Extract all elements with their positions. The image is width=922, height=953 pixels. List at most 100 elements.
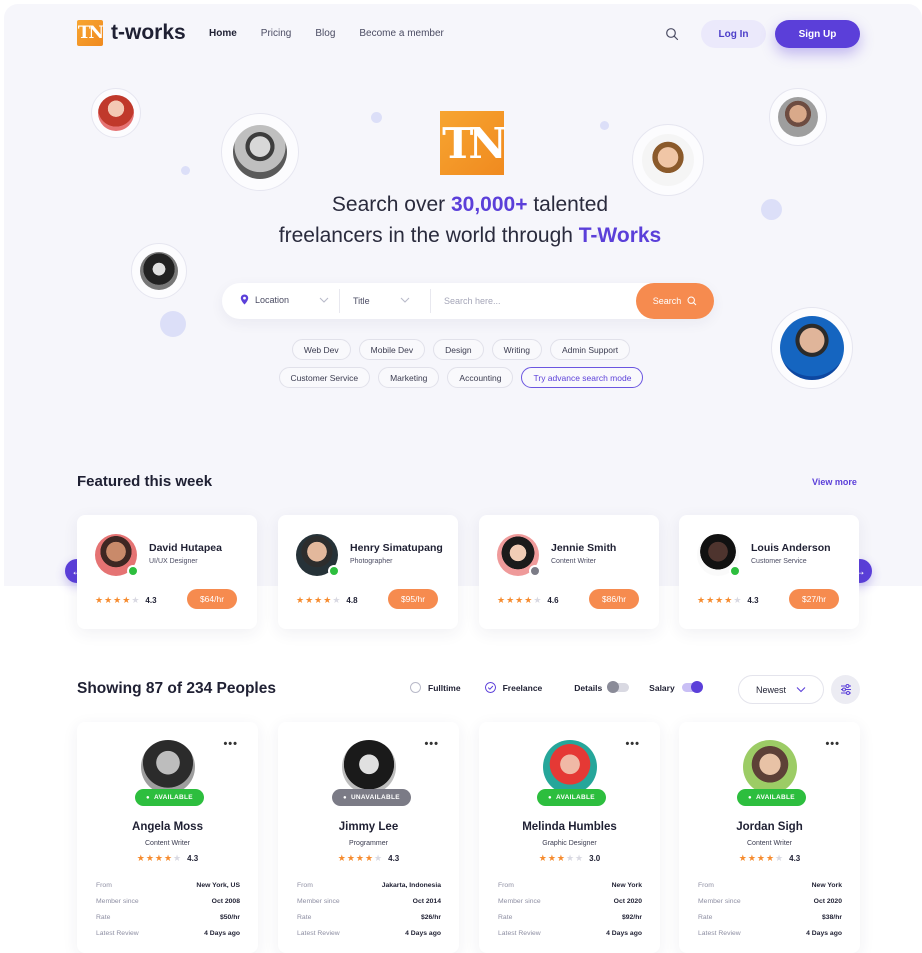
fulltime-radio[interactable] <box>410 682 421 693</box>
featured-card[interactable]: Henry Simatupang Photographer ★ ★ ★ ★ ★ 4.8 … <box>278 515 458 629</box>
chevron-down-icon[interactable] <box>400 296 410 304</box>
results-count-title: Showing 87 of 234 Peoples <box>77 680 276 697</box>
person-role: Content Writer <box>145 840 190 847</box>
featured-card[interactable]: Jennie Smith Content Writer ★ ★ ★ ★ ★ 4.6 $8… <box>479 515 659 629</box>
logo[interactable]: TN t-works <box>77 20 186 46</box>
hourly-rate-badge[interactable]: $86/hr <box>589 589 639 609</box>
category-tag[interactable]: Web Dev <box>291 339 351 360</box>
info-label: Member since <box>498 897 541 905</box>
availability-badge: ● AVAILABLE <box>135 789 204 806</box>
more-options-icon[interactable]: ••• <box>424 738 439 750</box>
hourly-rate-badge[interactable]: $64/hr <box>187 589 237 609</box>
info-row: From Jakarta, Indonesia <box>297 877 441 893</box>
star-icon: ★ <box>314 595 323 605</box>
star-rating: ★ ★ ★ ★ ★ <box>338 853 382 864</box>
nav-become-member[interactable]: Become a member <box>359 28 443 39</box>
star-rating: ★ ★ ★ ★ ★ <box>539 853 583 864</box>
chevron-down-icon[interactable] <box>319 296 329 304</box>
star-icon: ★ <box>506 595 515 605</box>
rating: ★ ★ ★ ★ ★ 4.3 <box>679 853 860 864</box>
nav-pricing[interactable]: Pricing <box>261 28 292 39</box>
category-tag[interactable]: Marketing <box>378 367 440 388</box>
category-tag[interactable]: Design <box>433 339 484 360</box>
featured-card[interactable]: David Hutapea UI/UX Designer ★ ★ ★ ★ ★ 4.3 $… <box>77 515 257 629</box>
sort-select[interactable]: Newest <box>738 675 824 704</box>
info-label: Rate <box>498 913 513 921</box>
login-button[interactable]: Log In <box>701 20 766 48</box>
info-value: Oct 2020 <box>613 897 642 905</box>
signup-button[interactable]: Sign Up <box>775 20 860 48</box>
more-options-icon[interactable]: ••• <box>625 738 640 750</box>
location-select[interactable]: Location <box>240 294 289 305</box>
info-label: Latest Review <box>297 929 340 937</box>
rating-value: 4.3 <box>187 854 199 863</box>
person-card[interactable]: ••• ● AVAILABLE Jordan Sigh Content Write… <box>679 722 860 953</box>
avatar <box>233 125 287 179</box>
availability-label: AVAILABLE <box>555 794 595 801</box>
title-select[interactable]: Title <box>353 296 370 306</box>
salary-label: Salary <box>649 682 675 693</box>
featured-title: Featured this week <box>77 473 213 490</box>
person-card[interactable]: ••• ● AVAILABLE Angela Moss Content Write… <box>77 722 258 953</box>
star-icon: ★ <box>524 595 533 605</box>
avatar <box>543 740 597 794</box>
search-button[interactable]: Search <box>636 283 714 319</box>
star-icon: ★ <box>747 853 756 863</box>
person-role: Graphic Designer <box>542 840 597 847</box>
category-tag[interactable]: Customer Service <box>278 367 371 388</box>
decor-dot <box>371 112 382 123</box>
info-label: Rate <box>96 913 111 921</box>
info-row: From New York, US <box>96 877 240 893</box>
star-icon: ★ <box>332 595 341 605</box>
category-tag[interactable]: Admin Support <box>549 339 631 360</box>
view-more-link[interactable]: View more <box>812 477 857 487</box>
rating: ★ ★ ★ ★ ★ 4.3 <box>77 853 258 864</box>
person-card[interactable]: ••• ● AVAILABLE Melinda Humbles Graphic D… <box>479 722 660 953</box>
category-tag[interactable]: Mobile Dev <box>358 339 426 360</box>
category-tag[interactable]: Accounting <box>447 367 514 388</box>
info-row: Member since Oct 2020 <box>498 893 642 909</box>
freelance-radio-checked-icon[interactable] <box>484 682 496 693</box>
star-icon: ★ <box>738 853 747 863</box>
star-icon: ★ <box>337 853 346 863</box>
person-role: Programmer <box>349 840 388 847</box>
person-card[interactable]: ••• ● UNAVAILABLE Jimmy Lee Programmer ★ ★… <box>278 722 459 953</box>
info-label: Rate <box>297 913 312 921</box>
search-input[interactable]: Search here... <box>444 296 501 306</box>
person-info: From New York Member since Oct 2020 Rate $92/… <box>498 877 642 941</box>
rating-value: 4.3 <box>388 854 400 863</box>
person-info: From New York, US Member since Oct 2008 Rate… <box>96 877 240 941</box>
info-label: From <box>498 881 514 889</box>
nav-home[interactable]: Home <box>209 28 237 39</box>
star-icon: ★ <box>697 595 706 605</box>
details-toggle[interactable] <box>607 681 630 693</box>
star-icon: ★ <box>305 595 314 605</box>
filter-settings-button[interactable] <box>831 675 860 704</box>
avatar <box>778 97 818 137</box>
nav-blog[interactable]: Blog <box>315 28 335 39</box>
salary-toggle[interactable] <box>681 681 703 693</box>
search-bar: Location Title Search here... Search <box>222 283 714 319</box>
category-tag[interactable]: Writing <box>491 339 542 360</box>
hourly-rate-badge[interactable]: $27/hr <box>789 589 839 609</box>
featured-card[interactable]: Louis Anderson Customer Service ★ ★ ★ ★ ★ 4.… <box>679 515 859 629</box>
more-options-icon[interactable]: ••• <box>223 738 238 750</box>
search-icon[interactable] <box>665 27 679 41</box>
sort-value: Newest <box>755 684 786 695</box>
info-row: Rate $38/hr <box>698 909 842 925</box>
star-icon: ★ <box>104 595 113 605</box>
status-dot-icon: ● <box>343 794 347 801</box>
rating: ★ ★ ★ ★ ★ 3.0 <box>479 853 660 864</box>
star-icon: ★ <box>131 595 140 605</box>
star-icon: ★ <box>497 595 506 605</box>
person-name: Jordan Sigh <box>736 821 803 833</box>
info-label: Latest Review <box>96 929 139 937</box>
rating: ★ ★ ★ ★ ★ 4.3 <box>95 595 157 606</box>
info-row: Latest Review 4 Days ago <box>96 925 240 941</box>
more-options-icon[interactable]: ••• <box>825 738 840 750</box>
info-label: Latest Review <box>698 929 741 937</box>
advanced-search-link[interactable]: Try advance search mode <box>521 367 644 388</box>
freelancer-role: Photographer <box>350 558 393 565</box>
info-row: Rate $26/hr <box>297 909 441 925</box>
hourly-rate-badge[interactable]: $95/hr <box>388 589 438 609</box>
